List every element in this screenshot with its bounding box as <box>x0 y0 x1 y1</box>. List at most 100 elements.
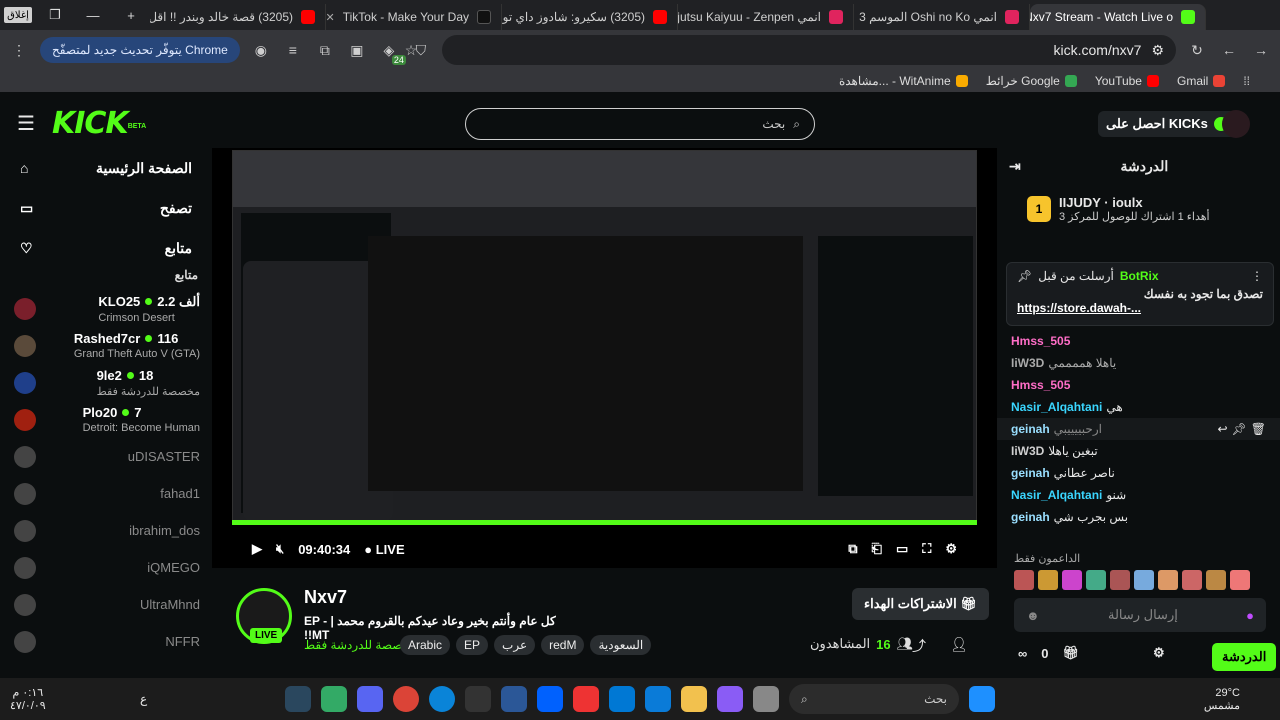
channel-item-offline[interactable]: uDISASTER <box>0 438 212 475</box>
emoji-icon[interactable]: ☻ <box>1026 608 1040 623</box>
infinity-icon[interactable]: ∞ <box>1018 646 1027 661</box>
streamer-name[interactable]: Nxv7 <box>304 587 347 608</box>
tab-youtube-sekiro[interactable]: (3205) سكيرو: شادوز داي توا...✕ <box>502 4 678 30</box>
extension-badge-icon[interactable]: ◈ 24 <box>378 39 406 65</box>
settings-icon[interactable]: ⚙ <box>945 541 957 557</box>
edge-icon[interactable] <box>429 686 455 712</box>
chat-settings-icon[interactable]: ⚙ <box>1153 645 1165 661</box>
chat-username[interactable]: geinah <box>1011 466 1050 480</box>
clip-icon[interactable]: ⎗ <box>872 541 882 557</box>
keyboard-lang[interactable]: ع <box>140 692 147 706</box>
chat-input[interactable]: ☻ إرسال رسالة ● <box>1014 598 1266 632</box>
windows-start-icon[interactable] <box>969 686 995 712</box>
store-icon[interactable] <box>645 686 671 712</box>
extension-tv-icon[interactable]: ▣ <box>346 39 368 61</box>
share-icon[interactable]: ⤴ <box>912 636 926 656</box>
chrome-update-button[interactable]: يتوفّر تحديث جديد لمتصفّح Chrome <box>40 37 240 63</box>
minimize-window-button[interactable]: — <box>74 0 112 30</box>
site-settings-icon[interactable]: ⚙ <box>1151 42 1164 59</box>
nav-following[interactable]: ♡ متابع <box>0 228 212 268</box>
steam-icon[interactable] <box>285 686 311 712</box>
user-avatar[interactable] <box>1222 110 1250 138</box>
mute-icon[interactable]: 🔇︎ <box>276 541 284 557</box>
kick-logo[interactable]: KICKBETA <box>52 106 146 141</box>
close-window-button[interactable]: إغلاق <box>4 7 32 23</box>
channel-item-offline[interactable]: NFFR <box>0 623 212 660</box>
channel-item-offline[interactable]: UltraMhnd <box>0 586 212 623</box>
tag[interactable]: EP <box>456 635 489 655</box>
theater-icon[interactable]: ▭ <box>896 541 908 557</box>
nav-browse[interactable]: ▭ تصفح <box>0 188 212 228</box>
gift-icon[interactable]: 🎁︎ <box>1063 645 1080 661</box>
reload-icon[interactable]: ↻ <box>1186 39 1208 61</box>
epic-games-icon[interactable] <box>465 686 491 712</box>
pinned-link[interactable]: https://store.dawah-... <box>1017 301 1263 315</box>
chat-username[interactable]: IiW3D <box>1011 356 1044 370</box>
close-tab-icon[interactable]: ✕ <box>326 11 335 24</box>
play-icon[interactable]: ▶ <box>252 541 262 557</box>
tag[interactable]: redM <box>541 635 585 655</box>
channel-item-offline[interactable]: iQMEGO <box>0 549 212 586</box>
chat-message[interactable]: Hmss_505 <box>997 374 1280 396</box>
bookmark-maps[interactable]: خرائط Google <box>986 74 1077 88</box>
chat-message[interactable]: IiW3D ياهلا هممممي <box>997 352 1280 374</box>
weather-widget[interactable]: 29°C مشمس <box>1204 687 1240 712</box>
chat-username[interactable]: Nasir_Alqahtani <box>1011 400 1102 414</box>
chat-username[interactable]: geinah <box>1011 422 1050 436</box>
discord-icon[interactable] <box>357 686 383 712</box>
pin-icon[interactable]: 📌︎ <box>1232 422 1247 436</box>
app-red-icon[interactable] <box>573 686 599 712</box>
chrome-icon[interactable] <box>393 686 419 712</box>
collapse-chat-icon[interactable]: ⇥ <box>1009 158 1021 175</box>
xbox-app-icon[interactable] <box>321 686 347 712</box>
search-input[interactable]: ⌕ بحث <box>465 108 815 140</box>
menu-dots-icon[interactable]: ⋮ <box>8 39 30 61</box>
live-progress-bar[interactable] <box>232 520 977 525</box>
profile-icon[interactable]: ◉ <box>250 39 272 61</box>
tab-anime-oshinoko[interactable]: انمي Oshi no Ko الموسم 3✕ <box>854 4 1030 30</box>
tag[interactable]: Arabic <box>400 635 451 655</box>
tab-anime-jujutsu[interactable]: انمي Jujutsu Kaiyuu - Zenpen✕ <box>678 4 854 30</box>
chat-username[interactable]: Hmss_505 <box>1011 378 1070 392</box>
tag[interactable]: السعودية <box>590 635 652 655</box>
kick-emote-icon[interactable]: ● <box>1246 608 1254 623</box>
fullscreen-icon[interactable]: ⛶ <box>922 541 931 557</box>
chat-username[interactable]: geinah <box>1011 510 1050 524</box>
channel-item-offline[interactable]: ibrahim_dos <box>0 512 212 549</box>
pin-icon[interactable]: 📌︎ <box>1017 269 1032 283</box>
chat-message[interactable]: IiW3D تبغين ياهلا <box>997 440 1280 462</box>
dropbox-icon[interactable] <box>537 686 563 712</box>
media-control-icon[interactable]: ≡ <box>282 39 304 61</box>
chat-message[interactable]: geinah ارحبييييبي ↩ 📌︎ 🗑︎ <box>997 418 1280 440</box>
chat-message[interactable]: geinah بس بجرب شي <box>997 506 1280 528</box>
tab-kick-active[interactable]: Nxv7 Stream - Watch Live o...✕ <box>1030 4 1206 30</box>
channel-item-offline[interactable]: fahad1 <box>0 475 212 512</box>
get-kicks-button[interactable]: احصل على KICKs <box>1098 111 1236 137</box>
channel-item[interactable]: Rashed7cr 116 Grand Theft Auto V (GTA) <box>0 327 212 364</box>
bookmark-youtube[interactable]: YouTube <box>1095 74 1159 88</box>
follow-user-icon[interactable]: 👤︎ <box>950 636 968 653</box>
nav-home[interactable]: ⌂ الصفحة الرئيسية <box>0 148 212 188</box>
gift-subs-button[interactable]: الاشتراكات الهداء 🎁︎ <box>852 588 989 620</box>
forward-icon[interactable]: → <box>1250 39 1272 61</box>
taskbar-clock[interactable]: ٠:١٦ م ٤٧/٠/٠٩ <box>10 686 46 712</box>
tab-tiktok[interactable]: TikTok - Make Your Day ✕ <box>326 4 502 30</box>
back-icon[interactable]: ← <box>1218 39 1240 61</box>
address-bar[interactable]: kick.com/nxv7 ⚙ <box>441 35 1176 65</box>
file-explorer-icon[interactable] <box>681 686 707 712</box>
pinned-menu-icon[interactable]: ⋮ <box>1251 269 1263 283</box>
chat-username[interactable]: Hmss_505 <box>1011 334 1070 348</box>
tag[interactable]: عرب <box>494 635 536 655</box>
new-tab-button[interactable]: + <box>112 0 150 30</box>
restore-window-button[interactable]: ❐ <box>36 0 74 30</box>
hamburger-menu-icon[interactable]: ☰ <box>0 111 52 136</box>
channel-item[interactable]: 9le2 18 مخصصة للدردشة فقط <box>0 364 212 401</box>
chat-message[interactable]: Nasir_Alqahtani هي <box>997 396 1280 418</box>
vs-code-icon[interactable] <box>501 686 527 712</box>
pip-icon[interactable]: ⧉ <box>848 541 857 557</box>
extensions-icon[interactable]: ⧉ <box>314 39 336 61</box>
outlook-icon[interactable] <box>609 686 635 712</box>
chat-message[interactable]: Hmss_505 <box>997 330 1280 352</box>
copilot-icon[interactable] <box>717 686 743 712</box>
chat-message[interactable]: geinah ناصر عطاني <box>997 462 1280 484</box>
